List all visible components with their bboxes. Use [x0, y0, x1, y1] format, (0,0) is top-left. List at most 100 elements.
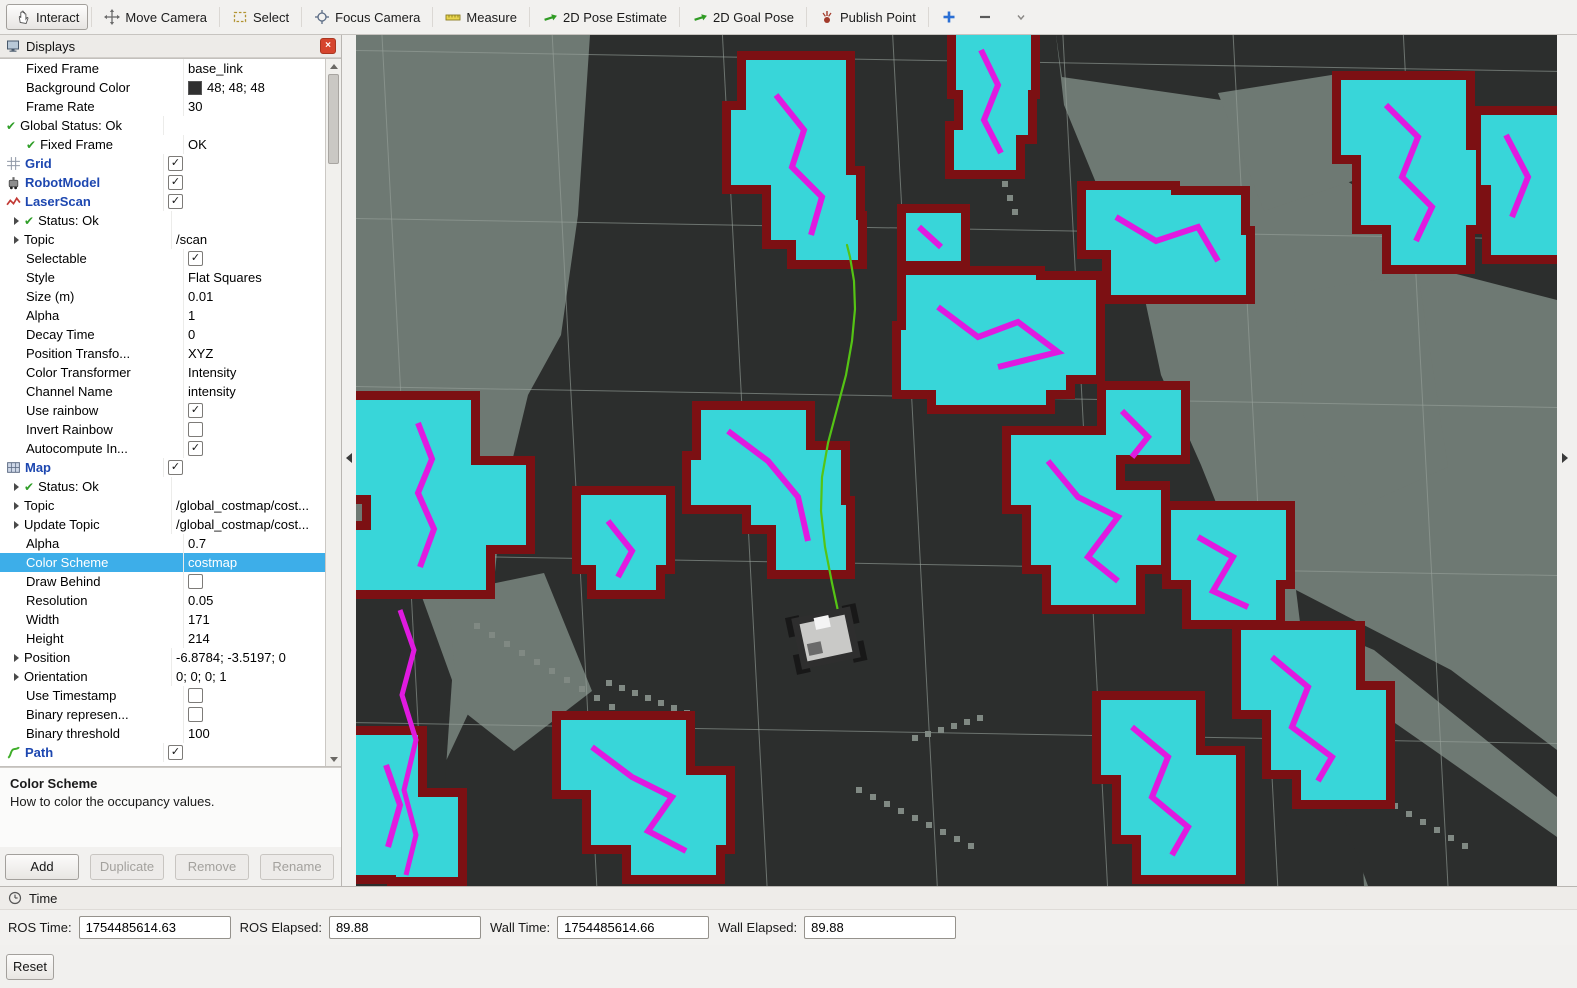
property-value[interactable]: intensity: [188, 384, 236, 399]
expand-arrow-icon[interactable]: [14, 654, 19, 662]
property-row-use-timestamp[interactable]: Use Timestamp: [0, 686, 325, 705]
wall-elapsed-input[interactable]: 89.88: [804, 916, 956, 939]
tool-pose-estimate[interactable]: 2D Pose Estimate: [533, 4, 676, 30]
property-value-cell[interactable]: [183, 686, 325, 705]
scrollbar-track[interactable]: [326, 165, 341, 752]
checkbox-checked[interactable]: ✓: [188, 403, 203, 418]
property-row-background-color[interactable]: Background Color48; 48; 48: [0, 78, 325, 97]
property-row-status-ok[interactable]: ✔Status: Ok: [0, 211, 325, 230]
property-value[interactable]: 0.01: [188, 289, 213, 304]
property-value-cell[interactable]: base_link: [183, 59, 325, 78]
collapse-right-icon[interactable]: [1562, 453, 1568, 463]
ros-elapsed-input[interactable]: 89.88: [329, 916, 481, 939]
property-value[interactable]: /global_costmap/cost...: [176, 498, 309, 513]
property-row-binary-represen[interactable]: Binary represen...: [0, 705, 325, 724]
property-value-cell[interactable]: intensity: [183, 382, 325, 401]
property-value-cell[interactable]: 0.05: [183, 591, 325, 610]
property-value-cell[interactable]: Intensity: [183, 363, 325, 382]
property-row-global-status-ok[interactable]: ✔Global Status: Ok: [0, 116, 325, 135]
property-row-map[interactable]: Map✓: [0, 458, 325, 477]
property-value-cell[interactable]: -6.8784; -3.5197; 0: [171, 648, 325, 667]
property-value[interactable]: 100: [188, 726, 210, 741]
property-value[interactable]: 0; 0; 0; 1: [176, 669, 227, 684]
property-row-frame-rate[interactable]: Frame Rate30: [0, 97, 325, 116]
property-value[interactable]: 1: [188, 308, 195, 323]
property-value[interactable]: OK: [188, 137, 207, 152]
property-row-position-transfo[interactable]: Position Transfo...XYZ: [0, 344, 325, 363]
property-value-cell[interactable]: ✓: [163, 743, 325, 762]
expand-arrow-icon[interactable]: [14, 483, 19, 491]
property-value[interactable]: Intensity: [188, 365, 236, 380]
property-row-laserscan[interactable]: LaserScan✓: [0, 192, 325, 211]
property-row-invert-rainbow[interactable]: Invert Rainbow: [0, 420, 325, 439]
tool-remove-tool[interactable]: [968, 4, 1002, 30]
checkbox-unchecked[interactable]: [188, 422, 203, 437]
property-value-cell[interactable]: 214: [183, 629, 325, 648]
displays-close-button[interactable]: ×: [320, 38, 336, 54]
property-value[interactable]: costmap: [188, 555, 237, 570]
property-row-fixed-frame[interactable]: Fixed Framebase_link: [0, 59, 325, 78]
right-splitter[interactable]: [1557, 35, 1577, 886]
property-value-cell[interactable]: ✓: [183, 249, 325, 268]
property-value[interactable]: XYZ: [188, 346, 213, 361]
property-value-cell[interactable]: ✓: [163, 173, 325, 192]
property-value-cell[interactable]: ✓: [183, 439, 325, 458]
tool-focus-camera[interactable]: Focus Camera: [305, 4, 429, 30]
property-row-status-ok[interactable]: ✔Status: Ok: [0, 477, 325, 496]
property-row-topic[interactable]: Topic/global_costmap/cost...: [0, 496, 325, 515]
property-value[interactable]: 48; 48; 48: [207, 80, 265, 95]
property-value-cell[interactable]: [183, 572, 325, 591]
property-value-cell[interactable]: ✓: [163, 192, 325, 211]
property-row-selectable[interactable]: Selectable✓: [0, 249, 325, 268]
panel-splitter[interactable]: [342, 35, 356, 886]
property-value-cell[interactable]: ✓: [183, 401, 325, 420]
property-row-fixed-frame[interactable]: ✔Fixed FrameOK: [0, 135, 325, 154]
property-row-update-topic[interactable]: Update Topic/global_costmap/cost...: [0, 515, 325, 534]
property-row-orientation[interactable]: Orientation0; 0; 0; 1: [0, 667, 325, 686]
property-value[interactable]: 30: [188, 99, 202, 114]
property-row-position[interactable]: Position-6.8784; -3.5197; 0: [0, 648, 325, 667]
scrollbar-thumb[interactable]: [328, 74, 339, 164]
property-value-cell[interactable]: 0.7: [183, 534, 325, 553]
property-value-cell[interactable]: [171, 477, 325, 496]
property-value-cell[interactable]: 100: [183, 724, 325, 743]
tool-select[interactable]: Select: [223, 4, 298, 30]
property-value[interactable]: base_link: [188, 61, 243, 76]
checkbox-checked[interactable]: ✓: [168, 460, 183, 475]
duplicate-button[interactable]: Duplicate: [90, 854, 164, 880]
property-value[interactable]: 214: [188, 631, 210, 646]
property-row-style[interactable]: StyleFlat Squares: [0, 268, 325, 287]
property-row-draw-behind[interactable]: Draw Behind: [0, 572, 325, 591]
property-value-cell[interactable]: OK: [183, 135, 325, 154]
property-value-cell[interactable]: 30: [183, 97, 325, 116]
property-value-cell[interactable]: 0; 0; 0; 1: [171, 667, 325, 686]
property-row-height[interactable]: Height214: [0, 629, 325, 648]
checkbox-unchecked[interactable]: [188, 707, 203, 722]
checkbox-checked[interactable]: ✓: [168, 745, 183, 760]
property-row-topic[interactable]: Topic/scan: [0, 230, 325, 249]
property-value[interactable]: Flat Squares: [188, 270, 262, 285]
property-value-cell[interactable]: Flat Squares: [183, 268, 325, 287]
property-row-use-rainbow[interactable]: Use rainbow✓: [0, 401, 325, 420]
tool-add-tool[interactable]: [932, 4, 966, 30]
property-row-robotmodel[interactable]: RobotModel✓: [0, 173, 325, 192]
property-value-cell[interactable]: costmap: [183, 553, 325, 572]
property-value-cell[interactable]: [163, 116, 325, 135]
checkbox-checked[interactable]: ✓: [168, 194, 183, 209]
property-value[interactable]: 0.05: [188, 593, 213, 608]
collapse-left-icon[interactable]: [346, 453, 352, 463]
property-value[interactable]: 0.7: [188, 536, 206, 551]
add-button[interactable]: Add: [5, 854, 79, 880]
property-row-path[interactable]: Path✓: [0, 743, 325, 762]
tool-overflow[interactable]: [1004, 4, 1038, 30]
checkbox-unchecked[interactable]: [188, 688, 203, 703]
checkbox-unchecked[interactable]: [188, 574, 203, 589]
ros-time-input[interactable]: 1754485614.63: [79, 916, 231, 939]
expand-arrow-icon[interactable]: [14, 521, 19, 529]
property-row-size-m[interactable]: Size (m)0.01: [0, 287, 325, 306]
checkbox-checked[interactable]: ✓: [188, 441, 203, 456]
scrollbar-down-icon[interactable]: [326, 752, 341, 766]
tool-interact[interactable]: Interact: [6, 4, 88, 30]
property-value-cell[interactable]: 171: [183, 610, 325, 629]
property-row-color-transformer[interactable]: Color TransformerIntensity: [0, 363, 325, 382]
